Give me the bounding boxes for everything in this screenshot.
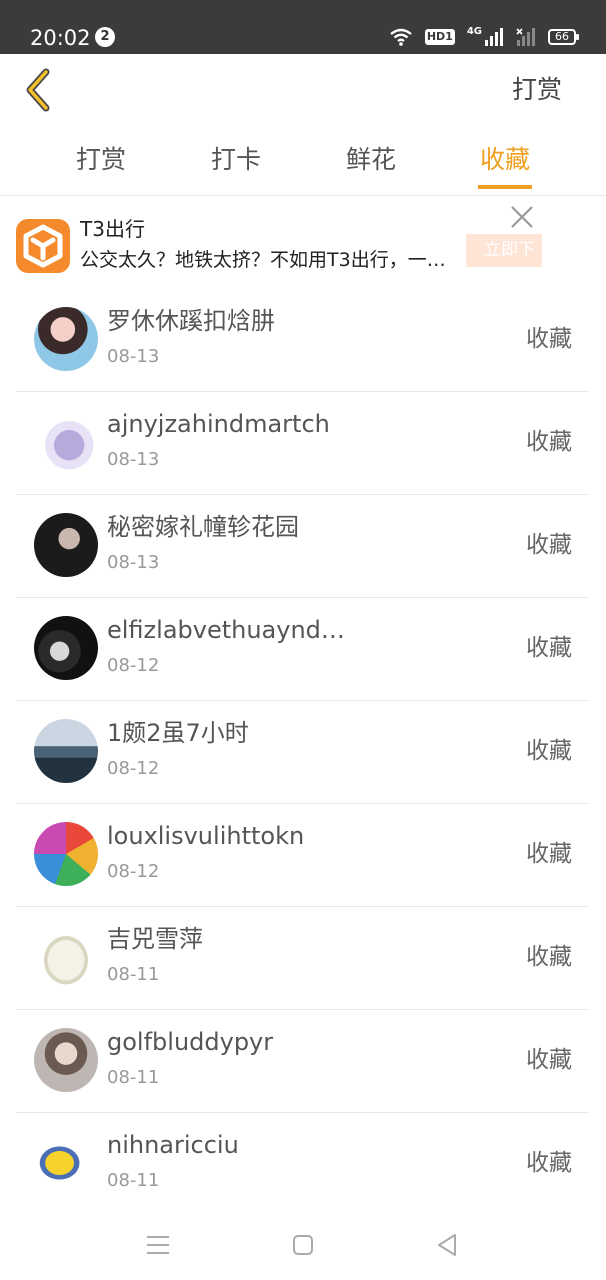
menu-icon[interactable]: [143, 1230, 173, 1260]
item-date: 08-12: [107, 861, 160, 882]
user-name: louxlisvulihttokn: [107, 822, 305, 850]
item-date: 08-13: [107, 449, 160, 470]
back-triangle-icon[interactable]: [433, 1230, 463, 1260]
user-name: 吉兕雪萍: [107, 925, 203, 953]
user-name: nihnaricciu: [107, 1131, 239, 1159]
avatar[interactable]: [34, 616, 98, 680]
item-action-label: 收藏: [526, 532, 572, 558]
tab-flowers[interactable]: 鲜花: [331, 142, 411, 178]
item-date: 08-11: [107, 1170, 160, 1191]
tab-checkin[interactable]: 打卡: [196, 142, 276, 178]
ad-download-button[interactable]: 立即下: [466, 234, 542, 267]
item-date: 08-11: [107, 1067, 160, 1088]
item-date: 08-11: [107, 964, 160, 985]
wifi-icon: [390, 28, 412, 46]
list-item[interactable]: nihnaricciu 08-11 收藏: [16, 1113, 589, 1216]
avatar[interactable]: [34, 925, 98, 989]
signal-icon-sim2: [516, 28, 535, 46]
item-action-label: 收藏: [526, 944, 572, 970]
avatar[interactable]: [34, 1028, 98, 1092]
item-action-label: 收藏: [526, 738, 572, 764]
notification-count-badge: 2: [95, 27, 115, 47]
user-name: ajnyjzahindmartch: [107, 410, 330, 438]
ad-description: 公交太久？地铁太挤？不如用T3出行，一…: [80, 249, 446, 271]
avatar[interactable]: [34, 1131, 98, 1195]
back-button[interactable]: [18, 68, 62, 112]
tab-favorites[interactable]: 收藏: [465, 142, 545, 178]
item-action-label: 收藏: [526, 1047, 572, 1073]
ad-title: T3出行: [80, 217, 145, 241]
avatar[interactable]: [34, 410, 98, 474]
item-action-label: 收藏: [526, 841, 572, 867]
hd-badge: HD1: [424, 29, 455, 45]
user-name: elfizlabvethuayndj…: [107, 616, 347, 644]
app-header: 打赏: [0, 54, 606, 128]
item-action-label: 收藏: [526, 635, 572, 661]
user-name: 秘密嫁礼幢轸花园: [107, 513, 299, 541]
ad-banner[interactable]: T3出行 公交太久？地铁太挤？不如用T3出行，一… 立即下: [0, 197, 606, 289]
list-item[interactable]: louxlisvulihttokn 08-12 收藏: [16, 804, 589, 907]
network-label: 4G: [466, 25, 482, 37]
active-tab-indicator: [478, 185, 532, 189]
avatar[interactable]: [34, 513, 98, 577]
close-icon[interactable]: [508, 203, 536, 231]
status-bar: 20:02 2 HD1 4G 66: [0, 0, 606, 54]
item-action-label: 收藏: [526, 429, 572, 455]
list-item[interactable]: elfizlabvethuayndj… 08-12 收藏: [16, 598, 589, 701]
status-icons: HD1 4G 66: [389, 25, 579, 48]
item-date: 08-13: [107, 346, 160, 367]
list-item[interactable]: 罗休休蹊扣焓肼 08-13 收藏: [16, 289, 589, 392]
avatar[interactable]: [34, 307, 98, 371]
reward-header-button[interactable]: 打赏: [512, 74, 562, 106]
list-item[interactable]: 秘密嫁礼幢轸花园 08-13 收藏: [16, 495, 589, 598]
user-name: golfbluddypyr: [107, 1028, 274, 1056]
item-action-label: 收藏: [526, 326, 572, 352]
avatar[interactable]: [34, 822, 98, 886]
battery-icon: 66: [548, 29, 579, 45]
home-square-icon[interactable]: [288, 1230, 318, 1260]
user-name: 罗休休蹊扣焓肼: [107, 307, 275, 335]
signal-icon: [485, 28, 503, 46]
list-item[interactable]: 1颇2虽7小时 08-12 收藏: [16, 701, 589, 804]
chevron-left-icon: [26, 68, 50, 112]
tab-reward[interactable]: 打赏: [61, 142, 141, 178]
item-date: 08-12: [107, 655, 160, 676]
system-nav-bar: [0, 1208, 606, 1280]
favorites-list: 罗休休蹊扣焓肼 08-13 收藏 ajnyjzahindmartch 08-13…: [0, 289, 606, 1216]
item-action-label: 收藏: [526, 1150, 572, 1176]
item-date: 08-13: [107, 552, 160, 573]
user-name: 1颇2虽7小时: [107, 719, 249, 747]
t3-logo-icon: [16, 219, 70, 273]
list-item[interactable]: ajnyjzahindmartch 08-13 收藏: [16, 392, 589, 495]
item-date: 08-12: [107, 758, 160, 779]
avatar[interactable]: [34, 719, 98, 783]
list-item[interactable]: 吉兕雪萍 08-11 收藏: [16, 907, 589, 1010]
list-item[interactable]: golfbluddypyr 08-11 收藏: [16, 1010, 589, 1113]
status-time: 20:02: [30, 26, 91, 50]
